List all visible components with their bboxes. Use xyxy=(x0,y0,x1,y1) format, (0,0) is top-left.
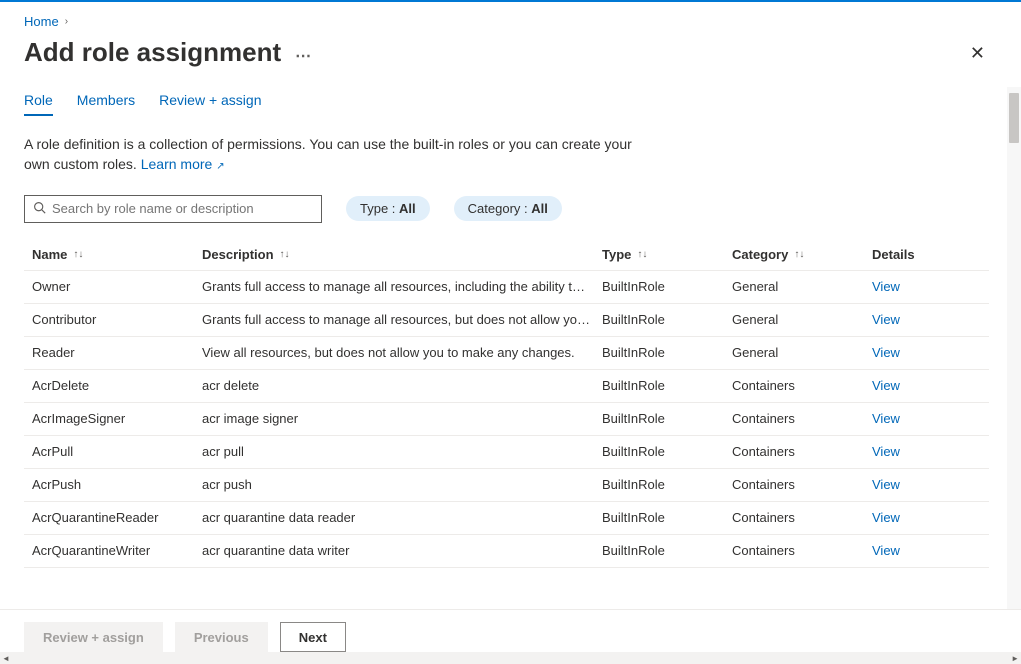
row-description: Grants full access to manage all resourc… xyxy=(202,312,602,327)
scrollbar-thumb[interactable] xyxy=(1009,93,1019,143)
view-link[interactable]: View xyxy=(872,378,972,393)
row-category: Containers xyxy=(732,444,872,459)
row-description: acr quarantine data writer xyxy=(202,543,602,558)
tabs: Role Members Review + assign xyxy=(24,92,989,116)
roles-table: Name↑↓ Description↑↓ Type↑↓ Category↑↓ D… xyxy=(24,239,989,568)
table-row[interactable]: AcrPushacr pushBuiltInRoleContainersView xyxy=(24,469,989,502)
row-type: BuiltInRole xyxy=(602,345,732,360)
row-description: acr quarantine data reader xyxy=(202,510,602,525)
row-name: Contributor xyxy=(32,312,202,327)
row-category: Containers xyxy=(732,510,872,525)
row-category: General xyxy=(732,279,872,294)
breadcrumb: Home › xyxy=(24,14,989,29)
external-link-icon: ↗ xyxy=(216,161,224,172)
row-category: General xyxy=(732,312,872,327)
row-type: BuiltInRole xyxy=(602,279,732,294)
row-type: BuiltInRole xyxy=(602,543,732,558)
row-type: BuiltInRole xyxy=(602,444,732,459)
row-type: BuiltInRole xyxy=(602,477,732,492)
close-icon[interactable]: ✕ xyxy=(966,40,989,66)
search-icon xyxy=(33,201,46,217)
table-row[interactable]: AcrPullacr pullBuiltInRoleContainersView xyxy=(24,436,989,469)
footer-actions: Review + assign Previous Next xyxy=(0,609,1021,652)
row-name: AcrQuarantineReader xyxy=(32,510,202,525)
view-link[interactable]: View xyxy=(872,510,972,525)
intro-text-content: A role definition is a collection of per… xyxy=(24,136,632,172)
row-description: acr pull xyxy=(202,444,602,459)
row-description: acr image signer xyxy=(202,411,602,426)
row-name: Owner xyxy=(32,279,202,294)
table-row[interactable]: ContributorGrants full access to manage … xyxy=(24,304,989,337)
col-name[interactable]: Name↑↓ xyxy=(32,247,202,262)
table-row[interactable]: OwnerGrants full access to manage all re… xyxy=(24,271,989,304)
view-link[interactable]: View xyxy=(872,477,972,492)
tab-role[interactable]: Role xyxy=(24,92,53,116)
row-name: AcrPush xyxy=(32,477,202,492)
sort-icon: ↑↓ xyxy=(794,249,804,260)
row-description: Grants full access to manage all resourc… xyxy=(202,279,602,294)
table-row[interactable]: AcrQuarantineReaderacr quarantine data r… xyxy=(24,502,989,535)
col-details: Details xyxy=(872,247,972,262)
sort-icon: ↑↓ xyxy=(637,249,647,260)
sort-icon: ↑↓ xyxy=(73,249,83,260)
col-description[interactable]: Description↑↓ xyxy=(202,247,602,262)
breadcrumb-home[interactable]: Home xyxy=(24,14,59,29)
row-category: Containers xyxy=(732,477,872,492)
review-assign-button[interactable]: Review + assign xyxy=(24,622,163,652)
sort-icon: ↑↓ xyxy=(280,249,290,260)
table-row[interactable]: AcrDeleteacr deleteBuiltInRoleContainers… xyxy=(24,370,989,403)
vertical-scrollbar[interactable] xyxy=(1007,87,1021,652)
more-icon[interactable]: ⋯ xyxy=(295,46,312,66)
filter-type-pill[interactable]: Type : All xyxy=(346,196,430,221)
scroll-right-icon[interactable]: ► xyxy=(1011,654,1019,663)
view-link[interactable]: View xyxy=(872,279,972,294)
row-type: BuiltInRole xyxy=(602,312,732,327)
search-input[interactable] xyxy=(52,201,313,216)
learn-more-link[interactable]: Learn more ↗ xyxy=(141,156,225,172)
filter-category-pill[interactable]: Category : All xyxy=(454,196,562,221)
table-row[interactable]: AcrImageSigneracr image signerBuiltInRol… xyxy=(24,403,989,436)
table-row[interactable]: ReaderView all resources, but does not a… xyxy=(24,337,989,370)
intro-text: A role definition is a collection of per… xyxy=(24,134,654,175)
table-header: Name↑↓ Description↑↓ Type↑↓ Category↑↓ D… xyxy=(24,239,989,271)
row-type: BuiltInRole xyxy=(602,411,732,426)
row-description: acr delete xyxy=(202,378,602,393)
horizontal-scrollbar[interactable]: ◄ ► xyxy=(0,652,1021,664)
page-title: Add role assignment ⋯ xyxy=(24,37,312,68)
row-description: View all resources, but does not allow y… xyxy=(202,345,602,360)
row-category: Containers xyxy=(732,378,872,393)
next-button[interactable]: Next xyxy=(280,622,346,652)
row-name: Reader xyxy=(32,345,202,360)
row-description: acr push xyxy=(202,477,602,492)
row-name: AcrDelete xyxy=(32,378,202,393)
row-category: Containers xyxy=(732,543,872,558)
row-name: AcrPull xyxy=(32,444,202,459)
table-row[interactable]: AcrQuarantineWriteracr quarantine data w… xyxy=(24,535,989,568)
view-link[interactable]: View xyxy=(872,444,972,459)
view-link[interactable]: View xyxy=(872,411,972,426)
chevron-right-icon: › xyxy=(65,16,68,27)
row-category: General xyxy=(732,345,872,360)
col-type[interactable]: Type↑↓ xyxy=(602,247,732,262)
view-link[interactable]: View xyxy=(872,543,972,558)
row-type: BuiltInRole xyxy=(602,378,732,393)
view-link[interactable]: View xyxy=(872,345,972,360)
tab-review-assign[interactable]: Review + assign xyxy=(159,92,261,116)
row-name: AcrQuarantineWriter xyxy=(32,543,202,558)
previous-button[interactable]: Previous xyxy=(175,622,268,652)
view-link[interactable]: View xyxy=(872,312,972,327)
row-type: BuiltInRole xyxy=(602,510,732,525)
search-input-wrapper[interactable] xyxy=(24,195,322,223)
scroll-left-icon[interactable]: ◄ xyxy=(2,654,10,663)
row-category: Containers xyxy=(732,411,872,426)
tab-members[interactable]: Members xyxy=(77,92,135,116)
row-name: AcrImageSigner xyxy=(32,411,202,426)
col-category[interactable]: Category↑↓ xyxy=(732,247,872,262)
page-title-text: Add role assignment xyxy=(24,37,281,68)
